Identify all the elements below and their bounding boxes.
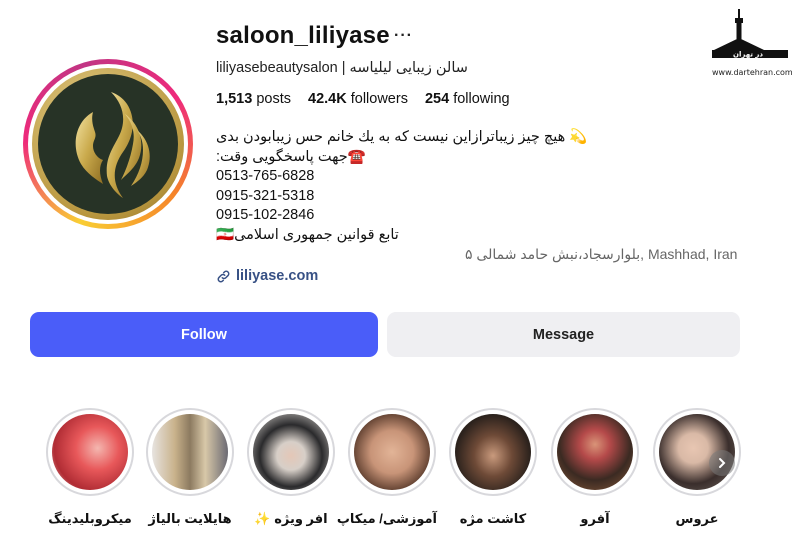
highlight-item[interactable]: افر ویژه ✨ — [246, 408, 336, 527]
highlight-item[interactable]: آفرو — [550, 408, 640, 527]
profile-location[interactable]: بلوارسجاد،نبش حامد شمالی ۵, Mashhad, Ira… — [465, 246, 737, 263]
highlight-label: افر ویژه ✨ — [254, 511, 328, 526]
highlight-thumbnail — [354, 414, 430, 490]
profile-stats: 1,513 posts 42.4K followers 254 followin… — [216, 91, 510, 107]
profile-link[interactable]: liliyase.com — [216, 268, 318, 284]
profile-subtitle: liliyasebeautysalon | سالن زیبایی لیلیاس… — [216, 60, 468, 76]
highlight-ring — [449, 408, 537, 496]
watermark-title: در تهران — [733, 51, 763, 59]
more-options-icon[interactable]: ··· — [394, 27, 413, 45]
bio-line: 💫 هیچ چیز زیباترازاین نیست که به یك خانم… — [216, 129, 588, 145]
avatar-logo — [38, 74, 178, 214]
highlight-ring — [348, 408, 436, 496]
bio-phone: 0915-321-5318 — [216, 187, 315, 204]
highlight-item[interactable]: میکروبلیدینگ — [45, 408, 135, 527]
avatar-gold-frame — [32, 68, 184, 220]
chevron-right-icon — [719, 458, 726, 468]
bio-line: ☎️جهت پاسخگویی وقت: — [216, 148, 366, 165]
profile-avatar[interactable] — [23, 59, 193, 229]
highlight-ring — [551, 408, 639, 496]
highlight-ring — [247, 408, 335, 496]
highlight-label: آموزشی/ میکاپ — [336, 511, 437, 526]
follow-button[interactable]: Follow — [30, 312, 378, 357]
avatar-border — [28, 64, 188, 224]
bio-line: تابع قوانین جمهوری اسلامی🇮🇷 — [216, 226, 399, 243]
highlight-item[interactable]: هایلایت بالیاژ — [145, 408, 235, 527]
highlight-thumbnail — [152, 414, 228, 490]
highlight-ring — [46, 408, 134, 496]
highlight-thumbnail — [557, 414, 633, 490]
followers-count[interactable]: 42.4K followers — [308, 91, 408, 107]
highlight-item[interactable]: آموزشی/ میکاپ — [336, 408, 437, 527]
link-icon — [217, 270, 230, 282]
highlight-thumbnail — [455, 414, 531, 490]
next-highlights-button[interactable] — [709, 450, 735, 476]
woman-face-logo-icon — [75, 92, 150, 198]
following-count[interactable]: 254 following — [425, 91, 510, 107]
highlight-thumbnail — [52, 414, 128, 490]
tower-icon: در تهران — [712, 9, 788, 59]
posts-count[interactable]: 1,513 posts — [216, 91, 291, 107]
highlight-label: کاشت مژه — [459, 511, 527, 526]
highlight-ring — [146, 408, 234, 496]
highlight-label: هایلایت بالیاژ — [148, 511, 232, 526]
bio-phone: 0513-765-6828 — [216, 168, 315, 185]
highlight-item[interactable]: کاشت مژه — [448, 408, 538, 527]
profile-bio: 💫 هیچ چیز زیباترازاین نیست که به یك خانم… — [216, 128, 587, 246]
highlight-thumbnail — [253, 414, 329, 490]
highlight-label: آفرو — [580, 511, 610, 526]
username: saloon_liliyase — [216, 22, 390, 49]
watermark-url: www.dartehran.com — [712, 68, 793, 77]
bio-phone: 0915-102-2846 — [216, 207, 315, 224]
highlight-label: میکروبلیدینگ — [48, 511, 132, 526]
highlight-label: عروس — [675, 511, 719, 526]
message-button[interactable]: Message — [387, 312, 740, 357]
link-text: liliyase.com — [236, 268, 319, 284]
